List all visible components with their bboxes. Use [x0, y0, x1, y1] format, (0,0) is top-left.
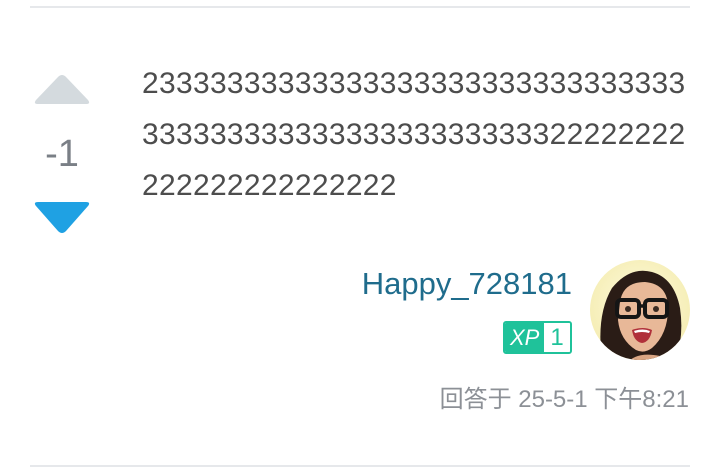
- triangle-down-icon: [34, 202, 90, 233]
- answer-timestamp: 回答于 25-5-1 下午8:21: [439, 386, 689, 413]
- bottom-divider: [30, 465, 690, 467]
- avatar[interactable]: [590, 260, 690, 360]
- triangle-up-icon: [34, 75, 90, 104]
- vote-score: -1: [45, 133, 79, 175]
- xp-label: XP: [505, 323, 545, 352]
- top-divider: [30, 6, 690, 8]
- xp-badge: XP 1: [503, 321, 572, 354]
- author-name-link[interactable]: Happy_728181: [362, 262, 572, 306]
- xp-level: 1: [544, 323, 570, 352]
- downvote-button[interactable]: [33, 201, 91, 235]
- upvote-button[interactable]: [33, 73, 91, 105]
- answer-text: 2333333333333333333333333333333333333333…: [142, 67, 686, 202]
